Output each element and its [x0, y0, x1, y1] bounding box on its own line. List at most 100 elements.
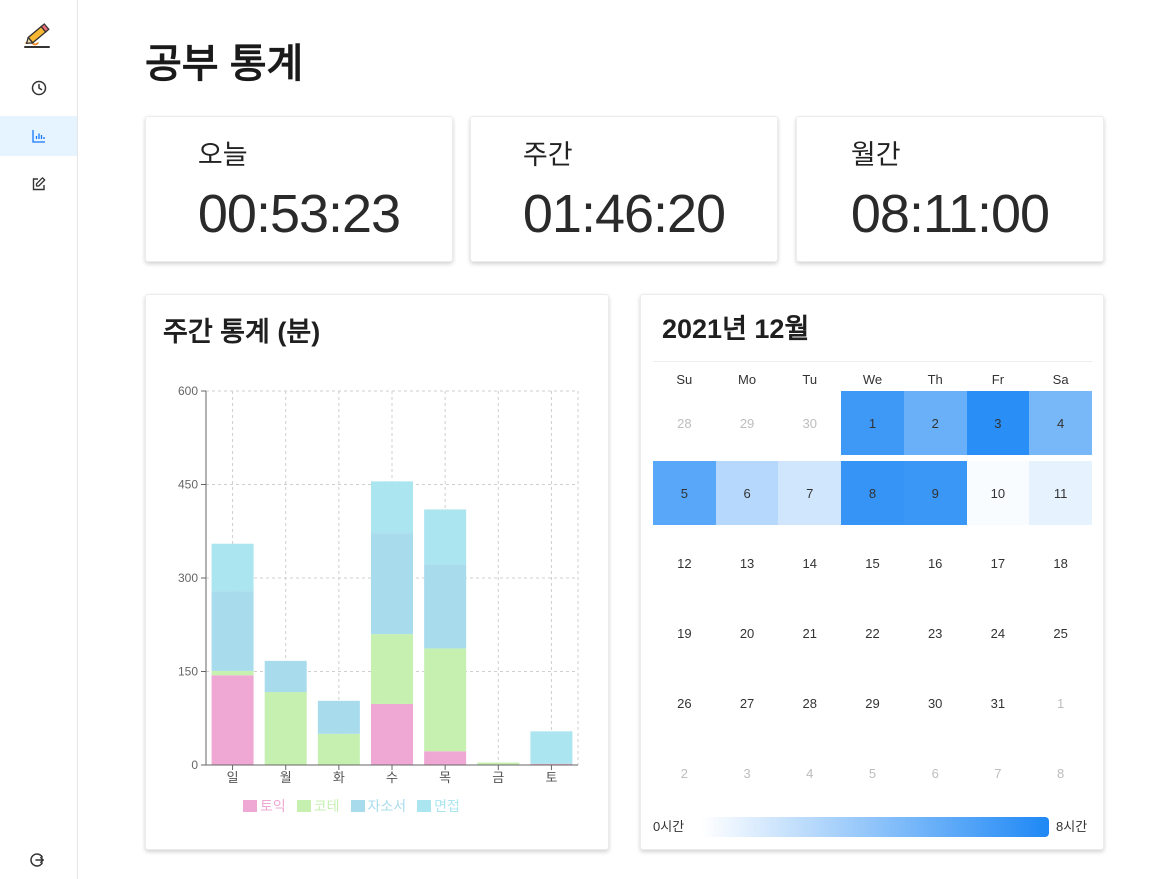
- calendar-day[interactable]: 5: [841, 741, 904, 805]
- y-tick-label: 600: [178, 384, 198, 398]
- sidebar: [0, 0, 78, 879]
- calendar-day[interactable]: 19: [653, 601, 716, 665]
- weekday-header: Fr: [991, 372, 1005, 387]
- calendar-day[interactable]: 18: [1029, 531, 1092, 595]
- calendar-day[interactable]: 20: [716, 601, 779, 665]
- calendar-day[interactable]: 29: [716, 391, 779, 455]
- calendar-day[interactable]: 26: [653, 671, 716, 735]
- sidebar-item-statistics[interactable]: [0, 116, 77, 156]
- x-tick-label: 월: [280, 770, 292, 785]
- heatmap-legend-max-label: 8시간: [1056, 819, 1088, 834]
- bar-segment-3-3: [371, 481, 413, 534]
- clock-icon: [31, 80, 46, 96]
- legend-item[interactable]: 코테: [296, 796, 340, 816]
- calendar-title: 2021년 12월: [662, 314, 810, 344]
- bar-segment-0-0: [211, 675, 254, 765]
- sidebar-item-notes[interactable]: [0, 164, 77, 204]
- calendar-day[interactable]: 8: [1029, 741, 1092, 805]
- bar-segment-2-2: [317, 700, 360, 734]
- calendar-divider: [653, 361, 1092, 362]
- calendar-day[interactable]: 6: [904, 741, 967, 805]
- calendar-day[interactable]: 12: [653, 531, 716, 595]
- calendar-day[interactable]: 16: [904, 531, 967, 595]
- calendar-day[interactable]: 22: [841, 601, 904, 665]
- app-logo[interactable]: [22, 21, 52, 51]
- logout-icon: [30, 853, 44, 867]
- legend-label: 코테: [313, 798, 340, 814]
- weekday-header: Su: [676, 372, 693, 387]
- calendar-day[interactable]: 2: [653, 741, 716, 805]
- legend-swatch: [417, 800, 432, 812]
- calendar-card: 2021년 12월 Su Mo Tu We Th Fr Sa 28 29 30 1 2 3 4 5 6 7 8 9 1…: [640, 294, 1104, 850]
- calendar-day[interactable]: 1: [841, 391, 904, 455]
- calendar-day[interactable]: 28: [778, 671, 841, 735]
- calendar-day[interactable]: 30: [778, 391, 841, 455]
- bar-segment-2-3: [371, 533, 413, 635]
- calendar-day[interactable]: 8: [841, 461, 904, 525]
- calendar-day[interactable]: 4: [1029, 391, 1092, 455]
- calendar-day[interactable]: 24: [967, 601, 1030, 665]
- bar-segment-3-6: [530, 731, 573, 764]
- weekday-header: Mo: [738, 372, 757, 387]
- legend-swatch: [350, 800, 365, 812]
- calendar-day[interactable]: 28: [653, 391, 716, 455]
- calendar-day[interactable]: 25: [1029, 601, 1092, 665]
- stat-card-weekly: 주간 01:46:20: [470, 116, 778, 262]
- stat-value: 08:11:00: [850, 184, 1050, 244]
- stat-label: 오늘: [197, 140, 248, 170]
- edit-icon: [32, 177, 45, 191]
- calendar-day[interactable]: 21: [778, 601, 841, 665]
- calendar-day[interactable]: 10: [966, 461, 1030, 525]
- legend-item[interactable]: 자소서: [350, 796, 407, 816]
- x-tick-label: 금: [492, 770, 504, 785]
- chart-title: 주간 통계 (분): [163, 317, 321, 347]
- calendar-day[interactable]: 3: [716, 741, 779, 805]
- calendar-day[interactable]: 4: [778, 741, 841, 805]
- calendar-day[interactable]: 29: [841, 671, 904, 735]
- calendar-day[interactable]: 11: [1029, 461, 1092, 525]
- bar-segment-1-0: [211, 670, 254, 676]
- sidebar-item-timer[interactable]: [0, 68, 77, 108]
- legend-swatch: [296, 800, 311, 812]
- calendar-day[interactable]: 15: [841, 531, 904, 595]
- calendar-day[interactable]: 6: [715, 461, 779, 525]
- calendar-day[interactable]: 23: [904, 601, 967, 665]
- stat-value: 01:46:20: [522, 184, 726, 244]
- calendar-day[interactable]: 3: [966, 391, 1030, 455]
- calendar-day[interactable]: 31: [967, 671, 1030, 735]
- x-tick-label: 목: [439, 770, 451, 785]
- bar-segment-2-1: [264, 660, 307, 693]
- stat-label: 주간: [522, 140, 573, 170]
- calendar-day[interactable]: 30: [904, 671, 967, 735]
- calendar-day[interactable]: 2: [903, 391, 967, 455]
- calendar-day[interactable]: 5: [653, 461, 716, 525]
- bar-segment-0-4: [424, 751, 467, 765]
- heatmap-legend-min-label: 0시간: [653, 819, 685, 834]
- bar-segment-3-4: [424, 509, 467, 565]
- heatmap-gradient-bar: [701, 817, 1049, 837]
- legend-swatch: [243, 800, 257, 812]
- calendar-day[interactable]: 17: [967, 531, 1030, 595]
- logout-button[interactable]: [27, 850, 47, 870]
- x-tick-label: 일: [227, 770, 239, 785]
- y-tick-label: 0: [191, 758, 198, 772]
- calendar-day[interactable]: 7: [778, 461, 842, 525]
- x-tick-label: 화: [333, 770, 345, 785]
- calendar-day[interactable]: 14: [778, 531, 841, 595]
- calendar-day[interactable]: 7: [967, 741, 1030, 805]
- weekday-header: Sa: [1052, 372, 1069, 387]
- bar-segment-2-4: [424, 564, 467, 649]
- calendar-day[interactable]: 13: [716, 531, 779, 595]
- y-tick-label: 150: [178, 665, 198, 679]
- bar-segment-2-0: [211, 591, 254, 671]
- legend-label: 자소서: [367, 798, 407, 814]
- legend-item[interactable]: 토익: [243, 796, 286, 816]
- x-tick-label: 토: [545, 770, 557, 785]
- legend-item[interactable]: 면접: [417, 796, 460, 816]
- weekday-header: We: [862, 372, 883, 387]
- calendar-day[interactable]: 1: [1029, 671, 1092, 735]
- weekly-stacked-bar-chart: 0 150 300 450 600 일 월 화 수 목 금 토: [178, 384, 579, 785]
- calendar-day[interactable]: 27: [716, 671, 779, 735]
- calendar-day[interactable]: 9: [903, 461, 967, 525]
- weekday-header: Tu: [802, 372, 818, 387]
